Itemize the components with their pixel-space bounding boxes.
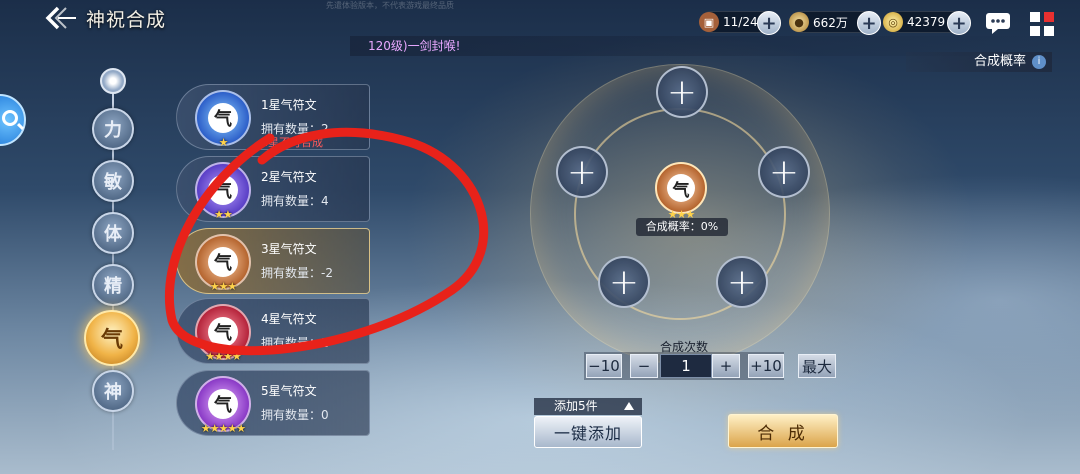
rune-orb: 气 ★ — [195, 90, 251, 149]
rune-count: 拥有数量：0 — [261, 408, 329, 422]
tab-spirit[interactable]: 精 — [92, 264, 134, 306]
add-five-dropdown[interactable]: 添加5件 — [534, 398, 642, 415]
tab-agility[interactable]: 敏 — [92, 160, 134, 202]
rune-item-5star[interactable]: 气 ★★★★★ 5星气符文 拥有数量：0 — [176, 370, 370, 436]
search-icon[interactable] — [0, 94, 26, 146]
slot-top[interactable]: + — [656, 66, 708, 118]
tab-constitution[interactable]: 体 — [92, 212, 134, 254]
add-coin-button[interactable]: + — [857, 11, 881, 35]
resource-chest: ▣ 11/240 + — [699, 11, 781, 35]
qi-rune-icon: 气 — [208, 317, 238, 347]
chat-icon[interactable] — [984, 10, 1012, 36]
back-arrow-icon[interactable] — [44, 5, 78, 31]
synthesis-rate-text: 合成概率：0% — [636, 218, 728, 236]
menu-grid-icon[interactable] — [1028, 10, 1056, 36]
tab-divine[interactable]: 神 — [92, 370, 134, 412]
plus-ten-button[interactable]: +10 — [748, 354, 784, 378]
count-input[interactable]: 1 — [660, 354, 712, 378]
coin-icon: ● — [789, 12, 809, 32]
max-button[interactable]: 最大 — [798, 354, 836, 378]
resource-token: ◎ 42379 + — [883, 11, 971, 35]
one-key-add-button[interactable]: 一键添加 — [534, 416, 642, 448]
resource-coin: ● 662万 + — [789, 11, 881, 35]
resource-token-value: 42379 — [907, 15, 946, 29]
triangle-up-icon — [624, 402, 634, 410]
rune-orb: 气 ★★ — [195, 162, 251, 221]
add-token-button[interactable]: + — [947, 11, 971, 35]
treasure-chest-icon: ▣ — [699, 12, 719, 32]
tab-qi[interactable]: 气 — [84, 310, 140, 366]
rune-item-4star[interactable]: 气 ★★★★ 4星气符文 拥有数量：1 — [176, 298, 370, 364]
rune-warning: 1星不可合成 — [261, 136, 323, 149]
rune-orb: 气 ★★★★★ — [195, 376, 251, 435]
slot-left[interactable]: + — [556, 146, 608, 198]
rune-name: 4星气符文 — [261, 312, 317, 326]
qi-rune-icon: 气 — [208, 389, 238, 419]
rune-name: 5星气符文 — [261, 384, 317, 398]
star-rating: ★★★ — [209, 280, 238, 293]
slot-bottom-left[interactable]: + — [598, 256, 650, 308]
rune-name: 2星气符文 — [261, 170, 317, 184]
synthesize-button[interactable]: 合 成 — [728, 414, 838, 448]
qi-rune-icon: 气 — [667, 174, 695, 202]
top-bar: 神祝合成 先遣体验版本，不代表游戏最终品质 ▣ 11/240 + ● 662万 … — [0, 0, 1080, 38]
dragon-token-icon: ◎ — [883, 12, 903, 32]
rune-count: 拥有数量：4 — [261, 194, 329, 208]
qi-rune-icon: 气 — [208, 103, 238, 133]
resource-coin-value: 662万 — [813, 15, 848, 30]
result-rune-orb: 气 — [655, 162, 707, 214]
rune-item-3star[interactable]: 气 ★★★ 3星气符文 拥有数量：-2 — [176, 228, 370, 294]
rune-name: 1星气符文 — [261, 98, 317, 112]
info-icon[interactable]: i — [1032, 55, 1046, 69]
star-rating: ★★★★★ — [200, 422, 246, 435]
watermark-text: 先遣体验版本，不代表游戏最终品质 — [326, 1, 454, 10]
swirl-ornament-icon — [100, 68, 126, 94]
rune-count: 拥有数量：1 — [261, 336, 329, 350]
slot-bottom-right[interactable]: + — [716, 256, 768, 308]
rune-orb: 气 ★★★ — [195, 234, 251, 293]
rune-item-2star[interactable]: 气 ★★ 2星气符文 拥有数量：4 — [176, 156, 370, 222]
rune-name: 3星气符文 — [261, 242, 317, 256]
rune-item-1star[interactable]: 气 ★ 1星气符文 拥有数量：2 1星不可合成 — [176, 84, 370, 150]
page-title: 神祝合成 — [86, 9, 167, 31]
synthesis-rate-label: 合成概率 — [973, 54, 1026, 69]
star-rating: ★★★★ — [205, 350, 241, 363]
tab-strength[interactable]: 力 — [92, 108, 134, 150]
plus-one-button[interactable]: + — [712, 354, 740, 378]
qi-rune-icon: 气 — [208, 247, 238, 277]
minus-one-button[interactable]: − — [630, 354, 658, 378]
slot-right[interactable]: + — [758, 146, 810, 198]
add-five-label: 添加5件 — [554, 399, 598, 413]
synthesis-rate-button[interactable]: 合成概率 i — [906, 52, 1052, 72]
star-rating: ★★ — [214, 208, 233, 221]
rune-count: 拥有数量：-2 — [261, 266, 333, 280]
add-chest-button[interactable]: + — [757, 11, 781, 35]
minus-ten-button[interactable]: −10 — [586, 354, 622, 378]
qi-rune-icon: 气 — [208, 175, 238, 205]
rune-orb: 气 ★★★★ — [195, 304, 251, 363]
star-rating: ★ — [218, 136, 229, 149]
